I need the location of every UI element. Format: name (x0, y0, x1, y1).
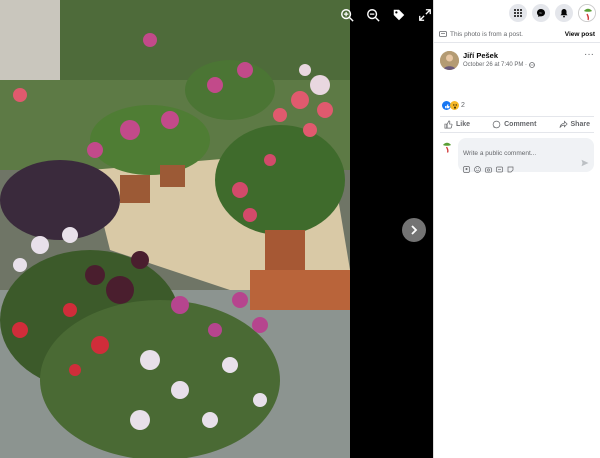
like-label: Like (456, 121, 471, 128)
photo-image (0, 0, 350, 458)
globe-icon (529, 62, 535, 68)
menu-grid-icon[interactable] (509, 4, 527, 22)
fullscreen-icon[interactable] (416, 6, 433, 24)
post-timestamp[interactable]: October 26 at 7:40 PM · (463, 62, 527, 68)
thumbs-up-icon (444, 120, 453, 129)
emoji-icon[interactable] (474, 166, 481, 173)
author-avatar[interactable] (440, 51, 459, 70)
notice-text: This photo is from a post. (450, 30, 523, 38)
view-post-link[interactable]: View post (565, 31, 595, 38)
comment-box (458, 138, 594, 173)
reactions-summary[interactable]: 2 (434, 101, 600, 110)
share-icon (559, 120, 568, 128)
comment-label: Comment (504, 121, 537, 128)
post-notice: This photo is from a post. View post (434, 26, 600, 43)
wow-icon (450, 101, 459, 110)
reaction-count: 2 (461, 102, 465, 109)
camera-icon[interactable] (485, 166, 492, 173)
messenger-icon[interactable] (532, 4, 550, 22)
chevron-right-icon (411, 225, 418, 235)
commenter-avatar (440, 140, 455, 155)
photo-viewer (0, 0, 433, 458)
comment-tools (463, 166, 589, 173)
comment-button[interactable]: Comment (492, 120, 536, 129)
bell-icon[interactable] (555, 4, 573, 22)
post-actions: Like Comment Share (440, 116, 594, 133)
profile-avatar[interactable] (578, 4, 596, 22)
author-name[interactable]: Jiří Pešek (463, 51, 535, 60)
like-button[interactable]: Like (444, 120, 470, 129)
next-photo-button[interactable] (402, 218, 426, 242)
post-panel: This photo is from a post. View post Jiř… (433, 0, 600, 458)
share-label: Share (570, 121, 590, 128)
send-icon[interactable] (581, 159, 589, 167)
photo-toolbar (338, 6, 433, 24)
zoom-out-icon[interactable] (364, 6, 382, 24)
gif-icon[interactable] (496, 166, 503, 173)
comment-icon (492, 120, 501, 129)
share-button[interactable]: Share (559, 120, 590, 129)
top-bar (434, 0, 600, 26)
flower-photo[interactable] (0, 0, 350, 458)
avatar-sticker-icon[interactable] (463, 166, 470, 173)
tag-icon[interactable] (390, 6, 408, 24)
more-options-icon[interactable]: ··· (584, 50, 594, 60)
post-header: Jiří Pešek October 26 at 7:40 PM · ··· (434, 43, 600, 70)
info-icon (439, 31, 447, 37)
comment-input[interactable] (463, 150, 589, 157)
comment-composer (434, 133, 600, 177)
zoom-in-icon[interactable] (338, 6, 356, 24)
sticker-icon[interactable] (507, 166, 514, 173)
